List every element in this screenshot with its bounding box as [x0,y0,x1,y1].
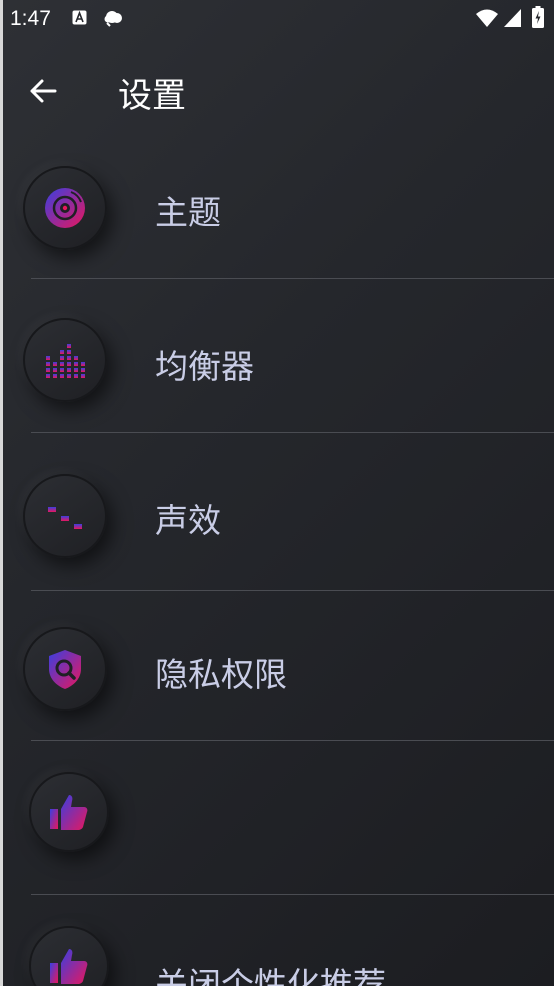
sliders-icon [48,498,82,534]
status-time: 1:47 [10,7,51,30]
app-bar: 设置 [0,50,554,130]
wifi-icon [476,9,498,27]
back-button[interactable] [22,70,64,112]
equalizer-bars-icon [46,344,85,378]
cloud-icon [104,11,122,27]
thumbs-up-icon [50,795,88,830]
settings-item-label: 均衡器 [155,347,254,386]
status-bar: 1:47 [0,0,554,40]
arrow-left-icon [30,79,57,103]
vinyl-disc-icon [45,188,85,228]
settings-item-sound-effects[interactable]: 声效 [0,432,554,591]
icon-disc [23,166,107,250]
settings-item-label: 隐私权限 [155,655,287,694]
icon-disc [23,318,107,402]
shield-search-icon [49,650,81,689]
page-title: 设置 [118,76,186,116]
icon-disc [29,772,109,852]
settings-item-label: 主题 [155,193,221,232]
signal-icon [504,9,521,27]
settings-list: 主题 均衡器 声效 隐私权限 关闭个性化推荐 [0,130,554,986]
a-icon [72,10,87,25]
icon-disc [23,627,107,711]
settings-item-equalizer[interactable]: 均衡器 [0,278,554,433]
settings-item-theme[interactable]: 主题 [0,130,554,279]
icon-disc [23,474,107,558]
settings-item-label: 关闭个性化推荐 [155,965,386,986]
icon-disc [29,926,109,986]
settings-item-privacy[interactable]: 隐私权限 [0,590,554,741]
thumbs-up-icon [50,949,88,984]
settings-item-unlabeled[interactable] [0,740,554,895]
settings-item-disable-recommendations[interactable]: 关闭个性化推荐 [0,894,554,986]
battery-icon [532,6,544,28]
settings-item-label: 声效 [155,501,221,540]
